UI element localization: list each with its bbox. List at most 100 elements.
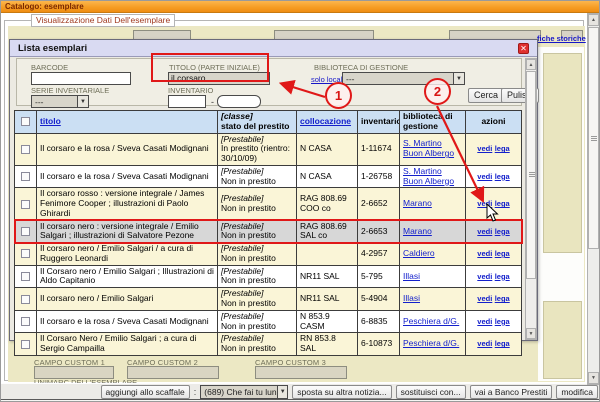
history-link[interactable]: fiche storiche [537,34,586,43]
biblioteca-link[interactable]: Illasi [403,271,420,281]
lega-link[interactable]: lega [495,272,510,281]
vedi-link[interactable]: vedi [477,172,492,181]
cell-azioni: vedi lega [466,133,522,165]
scroll-down-icon[interactable]: ▼ [526,328,536,339]
dialog-scrollbar[interactable]: ▲ ▼ [525,58,537,340]
cell-titolo: Il corsaro e la rosa / Sveva Casati Modi… [37,165,218,188]
vedi-link[interactable]: vedi [477,317,492,326]
sostituisci-button[interactable]: sostituisci con... [396,385,466,399]
row-checkbox[interactable] [21,145,30,154]
aggiungi-scaffale-button[interactable]: aggiungi allo scaffale [101,385,190,399]
cell-collocazione: N CASA [297,165,358,188]
background-panel [543,301,582,379]
row-checkbox[interactable] [21,172,30,181]
cell-titolo: Il corsaro nero / Emilio Salgari / a cur… [37,243,218,266]
cell-titolo: Il corsaro nero : versione integrale / E… [37,220,218,243]
table-row[interactable]: Il Corsaro nero / Emilio Salgari ; Illus… [15,265,522,288]
page-scrollbar[interactable]: ▲ ▼ [587,13,600,385]
lega-link[interactable]: lega [495,227,510,236]
vedi-link[interactable]: vedi [477,294,492,303]
row-checkbox[interactable] [21,272,30,281]
modifica-button[interactable]: modifica [556,385,598,399]
cell-inventario: 1-26758 [358,165,400,188]
scrollbar-thumb[interactable] [588,27,599,249]
col-stato: [classe]stato del prestito [218,111,297,134]
scrollbar-thumb[interactable] [526,71,536,279]
col-azioni: azioni [466,111,522,134]
cell-azioni: vedi lega [466,288,522,311]
barcode-input[interactable] [31,72,131,85]
row-checkbox[interactable] [21,317,30,326]
lega-link[interactable]: lega [495,317,510,326]
table-row[interactable]: Il corsaro nero / Emilio Salgari / a cur… [15,243,522,266]
cell-stato: [Prestabile]Non in prestito [218,310,297,333]
biblioteca-link[interactable]: Marano [403,198,432,208]
biblioteca-link[interactable]: S. Martino Buon Albergo [403,138,454,158]
table-row[interactable]: Il corsaro nero / Emilio Salgari [Presta… [15,288,522,311]
vedi-link[interactable]: vedi [477,339,492,348]
cell-biblioteca: Peschiera d/G. [400,333,466,356]
campo-custom-3-input[interactable] [255,366,347,379]
sort-titolo-link[interactable]: titolo [40,116,61,126]
cerca-button[interactable]: Cerca [468,88,504,103]
lega-link[interactable]: lega [495,339,510,348]
sposta-notizia-button[interactable]: sposta su altra notizia... [292,385,391,399]
inventario-to-input[interactable] [217,95,261,108]
row-checkbox[interactable] [21,249,30,258]
table-row[interactable]: Il corsaro e la rosa / Sveva Casati Modi… [15,310,522,333]
scroll-up-icon[interactable]: ▲ [526,59,536,70]
vedi-link[interactable]: vedi [477,272,492,281]
scaffale-select[interactable]: (689) Che fai tu luna in c ▼ [200,385,288,399]
col-inventario: inventario [358,111,400,134]
cell-collocazione [297,243,358,266]
cell-collocazione: RN 853.8 SAL [297,333,358,356]
biblioteca-link[interactable]: Caldiero [403,248,435,258]
scaffale-select-value: (689) Che fai tu luna in c [201,387,277,397]
biblioteca-link[interactable]: Peschiera d/G. [403,316,459,326]
lega-link[interactable]: lega [495,199,510,208]
background-panel [543,53,582,253]
row-checkbox[interactable] [21,340,30,349]
biblioteca-link[interactable]: Marano [403,226,432,236]
table-row-selected[interactable]: Il corsaro nero : versione integrale / E… [15,220,522,243]
serie-inventariale-select[interactable]: --- ▼ [31,95,89,108]
table-row[interactable]: Il Corsaro Nero / Emilio Salgari ; a cur… [15,333,522,356]
inventario-from-input[interactable] [168,95,206,108]
banco-prestiti-button[interactable]: vai a Banco Prestiti [470,385,553,399]
cell-titolo: Il Corsaro nero / Emilio Salgari ; Illus… [37,265,218,288]
scroll-down-icon[interactable]: ▼ [588,372,599,384]
table-row[interactable]: Il corsaro e la rosa / Sveva Casati Modi… [15,133,522,165]
vedi-link[interactable]: vedi [477,227,492,236]
lega-link[interactable]: lega [495,294,510,303]
cell-titolo: Il Corsaro Nero / Emilio Salgari ; a cur… [37,333,218,356]
biblioteca-gestione-select[interactable]: --- ▼ [342,72,465,85]
lega-link[interactable]: lega [495,144,510,153]
biblioteca-gestione-label: BIBLIOTECA DI GESTIONE [314,63,408,72]
filter-panel: BARCODE TITOLO (PARTE INIZIALE) il corsa… [16,58,522,106]
table-row[interactable]: Il corsaro e la rosa / Sveva Casati Modi… [15,165,522,188]
cell-stato: [Prestabile]Non in prestito [218,265,297,288]
table-row[interactable]: Il corsaro rosso : versione integrale / … [15,188,522,220]
background-field [133,30,191,39]
vedi-link[interactable]: vedi [477,144,492,153]
campo-custom-2-input[interactable] [127,366,219,379]
row-checkbox[interactable] [21,227,30,236]
row-checkbox[interactable] [21,200,30,209]
vedi-link[interactable]: vedi [477,199,492,208]
scroll-up-icon[interactable]: ▲ [588,14,599,26]
titolo-input[interactable]: il corsaro [168,72,270,85]
cell-azioni: vedi lega [466,265,522,288]
biblioteca-link[interactable]: Peschiera d/G. [403,338,459,348]
lega-link[interactable]: lega [495,172,510,181]
cell-collocazione: N CASA [297,133,358,165]
cell-biblioteca: S. Martino Buon Albergo [400,165,466,188]
vedi-link[interactable]: vedi [477,249,492,258]
close-icon[interactable]: ✕ [518,43,529,54]
biblioteca-link[interactable]: S. Martino Buon Albergo [403,166,454,186]
sort-collocazione-link[interactable]: collocazione [300,116,351,126]
cell-inventario: 1-11674 [358,133,400,165]
select-all-checkbox[interactable] [21,117,30,126]
biblioteca-link[interactable]: Illasi [403,293,420,303]
lega-link[interactable]: lega [495,249,510,258]
row-checkbox[interactable] [21,295,30,304]
